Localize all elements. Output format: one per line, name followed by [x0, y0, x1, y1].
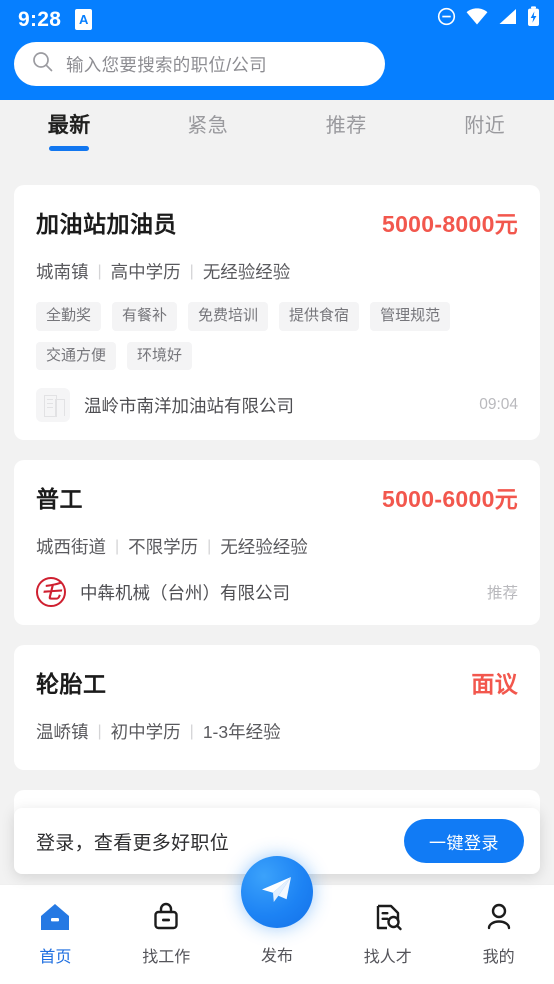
tab-label: 推荐 — [325, 115, 367, 137]
job-meta-education: 不限学历 — [128, 537, 199, 557]
nav-label: 首页 — [39, 949, 72, 966]
tab-active-indicator — [326, 145, 366, 150]
job-tag: 交通方便 — [36, 341, 117, 370]
job-tag: 全勤奖 — [36, 302, 102, 331]
tab-active-indicator — [49, 146, 90, 151]
job-salary: 5000-8000元 — [382, 211, 518, 237]
tab-recommended[interactable]: 推荐 — [277, 109, 416, 150]
job-card[interactable]: 轮胎工 面议 温峤镇 | 初中学历 | 1-3年经验 — [14, 645, 540, 770]
job-meta: 温峤镇 | 初中学历 | 1-3年经验 — [36, 719, 518, 744]
job-meta-location: 城南镇 — [36, 262, 89, 282]
nav-item-home[interactable]: 首页 — [0, 901, 111, 967]
company-name: 温岭市南洋加油站有限公司 — [84, 395, 294, 416]
job-header: 加油站加油员 5000-8000元 — [36, 205, 518, 239]
job-header: 轮胎工 面议 — [36, 665, 518, 699]
job-meta-experience: 无经验经验 — [220, 537, 308, 557]
wifi-icon — [466, 8, 488, 30]
home-icon — [39, 901, 71, 933]
meta-separator: | — [97, 262, 102, 280]
job-tag: 环境好 — [127, 341, 193, 370]
meta-separator: | — [189, 262, 194, 280]
job-meta: 城西街道 | 不限学历 | 无经验经验 — [36, 534, 518, 559]
placeholder-building-icon — [36, 388, 70, 422]
nav-item-find-job[interactable]: 找工作 — [111, 901, 222, 967]
nav-item-mine[interactable]: 我的 — [443, 901, 554, 967]
meta-separator: | — [189, 722, 194, 740]
job-title: 普工 — [36, 486, 83, 512]
publish-fab-button[interactable] — [241, 856, 313, 928]
job-tag: 提供食宿 — [279, 302, 360, 331]
tab-label: 紧急 — [187, 115, 229, 137]
one-click-login-button[interactable]: 一键登录 — [404, 819, 524, 863]
tab-active-indicator — [465, 145, 505, 150]
job-salary: 5000-6000元 — [382, 486, 518, 512]
resume-search-icon — [372, 901, 404, 933]
company-row[interactable]: 温岭市南洋加油站有限公司 09:04 — [36, 388, 518, 422]
search-input[interactable]: 输入您要搜索的职位/公司 — [14, 42, 385, 86]
tab-label: 最新 — [47, 114, 91, 137]
job-tag: 管理规范 — [370, 302, 451, 331]
tab-nearby[interactable]: 附近 — [416, 109, 554, 150]
search-icon — [32, 51, 53, 77]
company-name: 中犇机械（台州）有限公司 — [80, 582, 290, 603]
meta-separator: | — [115, 537, 120, 555]
job-title: 轮胎工 — [36, 671, 107, 697]
job-meta-location: 城西街道 — [36, 537, 106, 557]
job-salary: 面议 — [471, 671, 518, 697]
nav-label: 找工作 — [142, 949, 191, 966]
job-card[interactable]: 普工 5000-6000元 城西街道 | 不限学历 | 无经验经验 乇 中犇机械… — [14, 460, 540, 625]
status-badge: 推荐 — [486, 585, 518, 602]
battery-charging-icon — [527, 6, 540, 32]
send-plane-icon — [257, 870, 297, 915]
app-header: 9:28 A 输入您要搜索的职位/公司 — [0, 0, 554, 100]
company-row[interactable]: 乇 中犇机械（台州）有限公司 推荐 — [36, 577, 518, 607]
company-logo-icon: 乇 — [36, 577, 66, 607]
job-meta-education: 初中学历 — [110, 722, 181, 742]
nav-label: 我的 — [482, 949, 515, 966]
job-meta-education: 高中学历 — [110, 262, 181, 282]
tab-urgent[interactable]: 紧急 — [139, 109, 278, 150]
job-post-time: 09:04 — [479, 396, 518, 413]
meta-separator: | — [207, 537, 212, 555]
status-app-badge-icon: A — [75, 8, 93, 30]
job-meta-experience: 无经验经验 — [202, 262, 291, 282]
status-time: 9:28 — [18, 7, 62, 31]
job-header: 普工 5000-6000元 — [36, 480, 518, 514]
category-tabs: 最新 紧急 推荐 附近 — [0, 100, 554, 162]
app-root: 9:28 A 输入您要搜索的职位/公司 最新 紧急 推荐 附近 加油站加油员 5… — [0, 0, 554, 984]
job-meta-location: 温峤镇 — [36, 722, 89, 742]
meta-separator: | — [97, 722, 102, 740]
job-card[interactable]: 加油站加油员 5000-8000元 城南镇 | 高中学历 | 无经验经验 全勤奖… — [14, 185, 540, 440]
job-tags: 全勤奖 有餐补 免费培训 提供食宿 管理规范 交通方便 环境好 — [36, 302, 518, 370]
nav-item-find-talent[interactable]: 找人才 — [332, 901, 443, 967]
tab-latest[interactable]: 最新 — [0, 109, 139, 151]
search-area: 输入您要搜索的职位/公司 — [0, 38, 554, 86]
briefcase-icon — [150, 901, 182, 933]
tab-label: 附近 — [464, 115, 506, 137]
status-icons — [437, 6, 540, 32]
publish-fab-label: 发布 — [260, 948, 294, 965]
nav-label: 找人才 — [363, 949, 412, 966]
job-tag: 有餐补 — [112, 302, 178, 331]
signal-icon — [498, 8, 517, 30]
login-prompt-text: 登录，查看更多好职位 — [36, 832, 230, 854]
job-tag: 免费培训 — [188, 302, 269, 331]
tab-active-indicator — [188, 145, 228, 150]
job-meta-experience: 1-3年经验 — [202, 722, 281, 742]
search-placeholder: 输入您要搜索的职位/公司 — [66, 54, 267, 75]
job-title: 加油站加油员 — [36, 211, 177, 237]
job-meta: 城南镇 | 高中学历 | 无经验经验 — [36, 259, 518, 284]
do-not-disturb-icon — [437, 7, 456, 31]
status-bar: 9:28 A — [0, 0, 554, 38]
person-icon — [483, 901, 515, 933]
